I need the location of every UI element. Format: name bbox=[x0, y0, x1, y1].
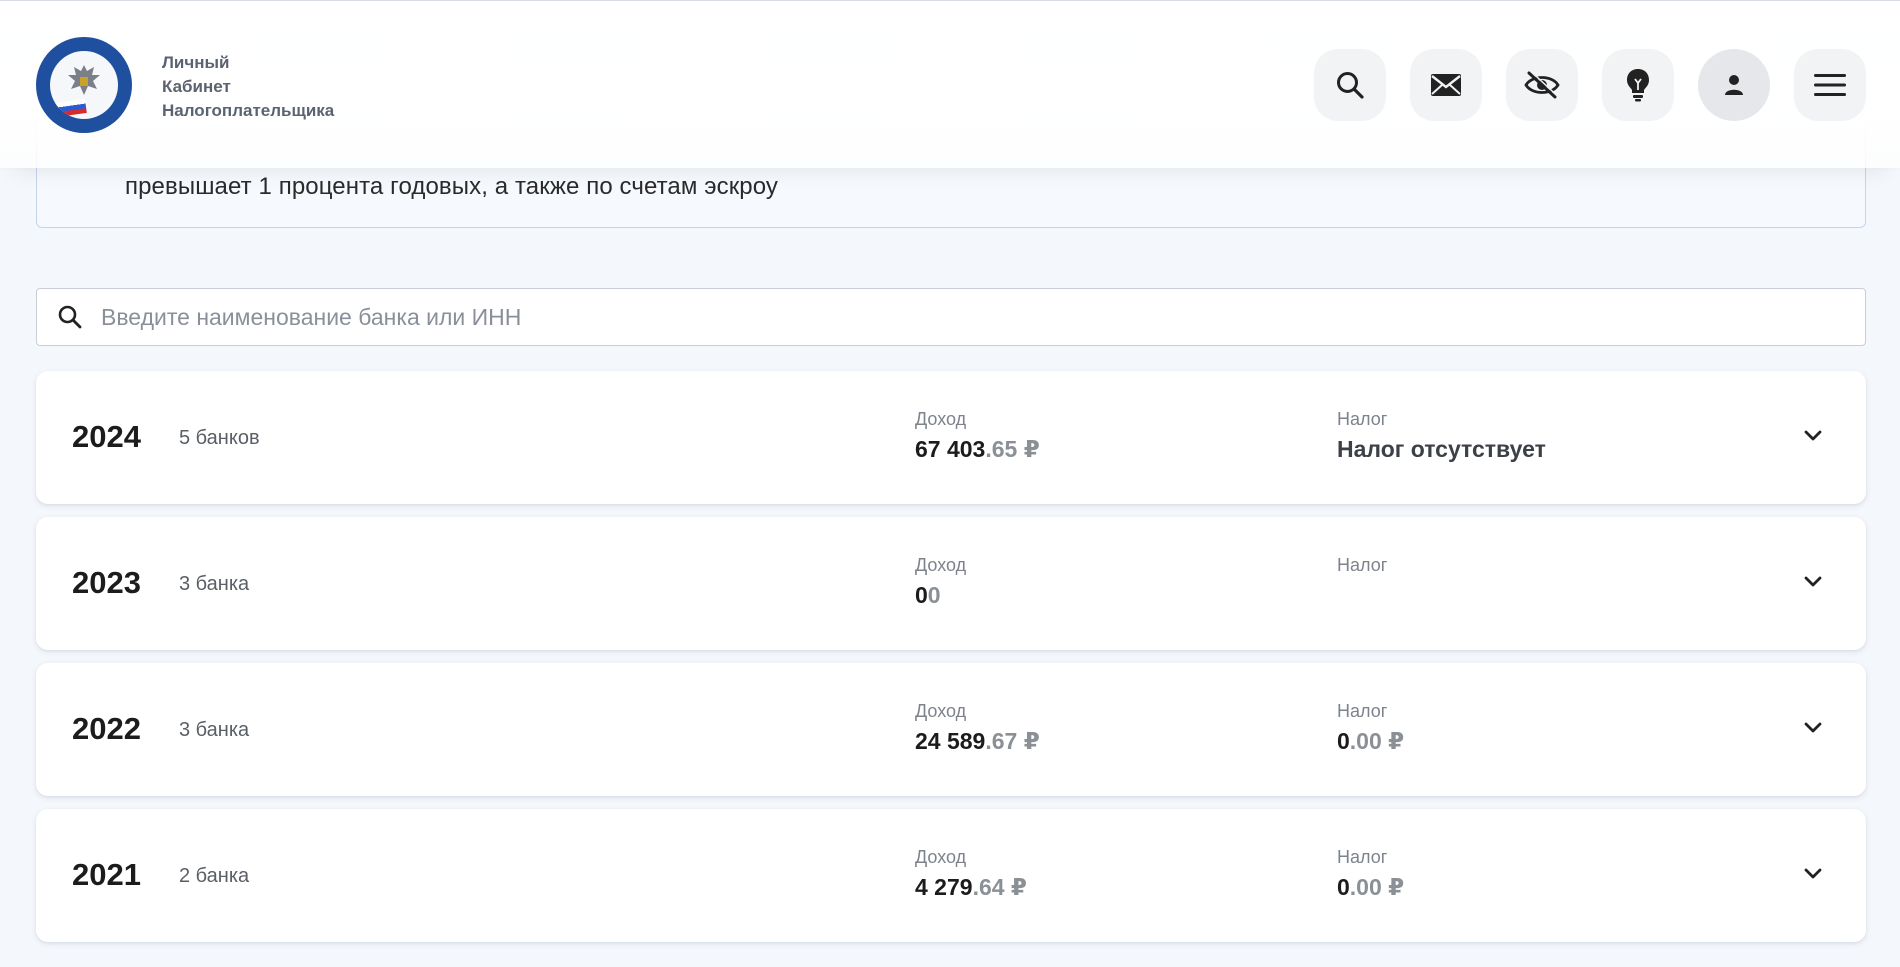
search-icon bbox=[1337, 72, 1364, 99]
main-menu-button[interactable] bbox=[1794, 49, 1866, 121]
tax-label: Налог bbox=[1337, 847, 1388, 867]
brand-line-1: Личный bbox=[162, 53, 230, 72]
income-value: 67 403.65 ₽ bbox=[915, 436, 1040, 463]
income-value: 4 279.64 ₽ bbox=[915, 874, 1027, 901]
tax-integer: Налог отсутствует bbox=[1337, 436, 1546, 462]
tax-integer: 0 bbox=[1337, 874, 1350, 900]
tax-fraction: .00 ₽ bbox=[1349, 728, 1405, 754]
income-integer: 67 403 bbox=[915, 436, 986, 462]
bank-count: 5 банков bbox=[179, 427, 260, 449]
mail-icon bbox=[1431, 74, 1461, 96]
notice-text: превышает 1 процента годовых, а также по… bbox=[125, 173, 779, 200]
income-label: Доход bbox=[915, 409, 967, 429]
user-icon bbox=[1725, 75, 1743, 95]
bank-search-input[interactable] bbox=[101, 289, 1841, 345]
eye-off-icon bbox=[1524, 70, 1560, 99]
tax-label: Налог bbox=[1337, 409, 1388, 429]
income-label: Доход bbox=[915, 701, 967, 721]
income-integer: 0 bbox=[915, 582, 928, 608]
flag-ribbon bbox=[55, 98, 87, 118]
bank-count: 3 банка bbox=[179, 719, 250, 741]
tax-value: Налог отсутствует bbox=[1337, 436, 1546, 463]
chevron-down-icon[interactable] bbox=[1802, 717, 1824, 739]
tax-fraction: .00 ₽ bbox=[1349, 874, 1405, 900]
income-fraction: .65 ₽ bbox=[985, 436, 1040, 462]
income-integer: 24 589 bbox=[915, 728, 986, 754]
bank-count: 2 банка bbox=[179, 865, 250, 887]
search-button[interactable] bbox=[1314, 49, 1386, 121]
chevron-down-icon[interactable] bbox=[1802, 571, 1824, 593]
logo-emblem bbox=[50, 51, 118, 119]
income-fraction: .67 ₽ bbox=[985, 728, 1040, 754]
year-row-2021[interactable]: 2021 2 банка Доход 4 279.64 ₽ Налог 0.00… bbox=[36, 809, 1866, 942]
brand-line-3: Налогоплательщика bbox=[162, 101, 335, 120]
income-fraction: 0 bbox=[927, 582, 941, 608]
bank-search[interactable] bbox=[36, 288, 1866, 346]
tips-button[interactable] bbox=[1602, 49, 1674, 121]
visibility-toggle-button[interactable] bbox=[1506, 49, 1578, 121]
year-label: 2024 bbox=[72, 419, 141, 454]
year-label: 2022 bbox=[72, 711, 141, 746]
profile-button[interactable] bbox=[1698, 49, 1770, 121]
year-row-2024[interactable]: 2024 5 банков Доход 67 403.65 ₽ Налог На… bbox=[36, 371, 1866, 504]
tax-integer: 0 bbox=[1337, 728, 1350, 754]
year-row-2022[interactable]: 2022 3 банка Доход 24 589.67 ₽ Налог 0.0… bbox=[36, 663, 1866, 796]
top-header: Личный Кабинет Налогоплательщика bbox=[0, 0, 1900, 168]
chevron-down-icon[interactable] bbox=[1802, 425, 1824, 447]
income-label: Доход bbox=[915, 847, 967, 867]
lightbulb-icon bbox=[1627, 69, 1649, 102]
messages-button[interactable] bbox=[1410, 49, 1482, 121]
eagle-icon bbox=[68, 65, 100, 95]
tax-value: 0.00 ₽ bbox=[1337, 728, 1404, 755]
site-brand[interactable]: Личный Кабинет Налогоплательщика bbox=[162, 51, 382, 123]
income-fraction: .64 ₽ bbox=[972, 874, 1027, 900]
income-integer: 4 279 bbox=[915, 874, 973, 900]
income-value: 24 589.67 ₽ bbox=[915, 728, 1040, 755]
year-label: 2021 bbox=[72, 857, 141, 892]
chevron-down-icon[interactable] bbox=[1802, 863, 1824, 885]
tax-value: 0.00 ₽ bbox=[1337, 874, 1404, 901]
fns-logo[interactable] bbox=[36, 37, 132, 133]
year-row-2023[interactable]: 2023 3 банка Доход 00 Налог bbox=[36, 517, 1866, 650]
income-value: 00 bbox=[915, 582, 941, 609]
tax-label: Налог bbox=[1337, 701, 1388, 721]
brand-line-2: Кабинет bbox=[162, 77, 231, 96]
tax-label: Налог bbox=[1337, 555, 1388, 575]
year-label: 2023 bbox=[72, 565, 141, 600]
income-label: Доход bbox=[915, 555, 967, 575]
search-icon bbox=[58, 305, 82, 329]
menu-icon bbox=[1814, 74, 1846, 96]
bank-count: 3 банка bbox=[179, 573, 250, 595]
